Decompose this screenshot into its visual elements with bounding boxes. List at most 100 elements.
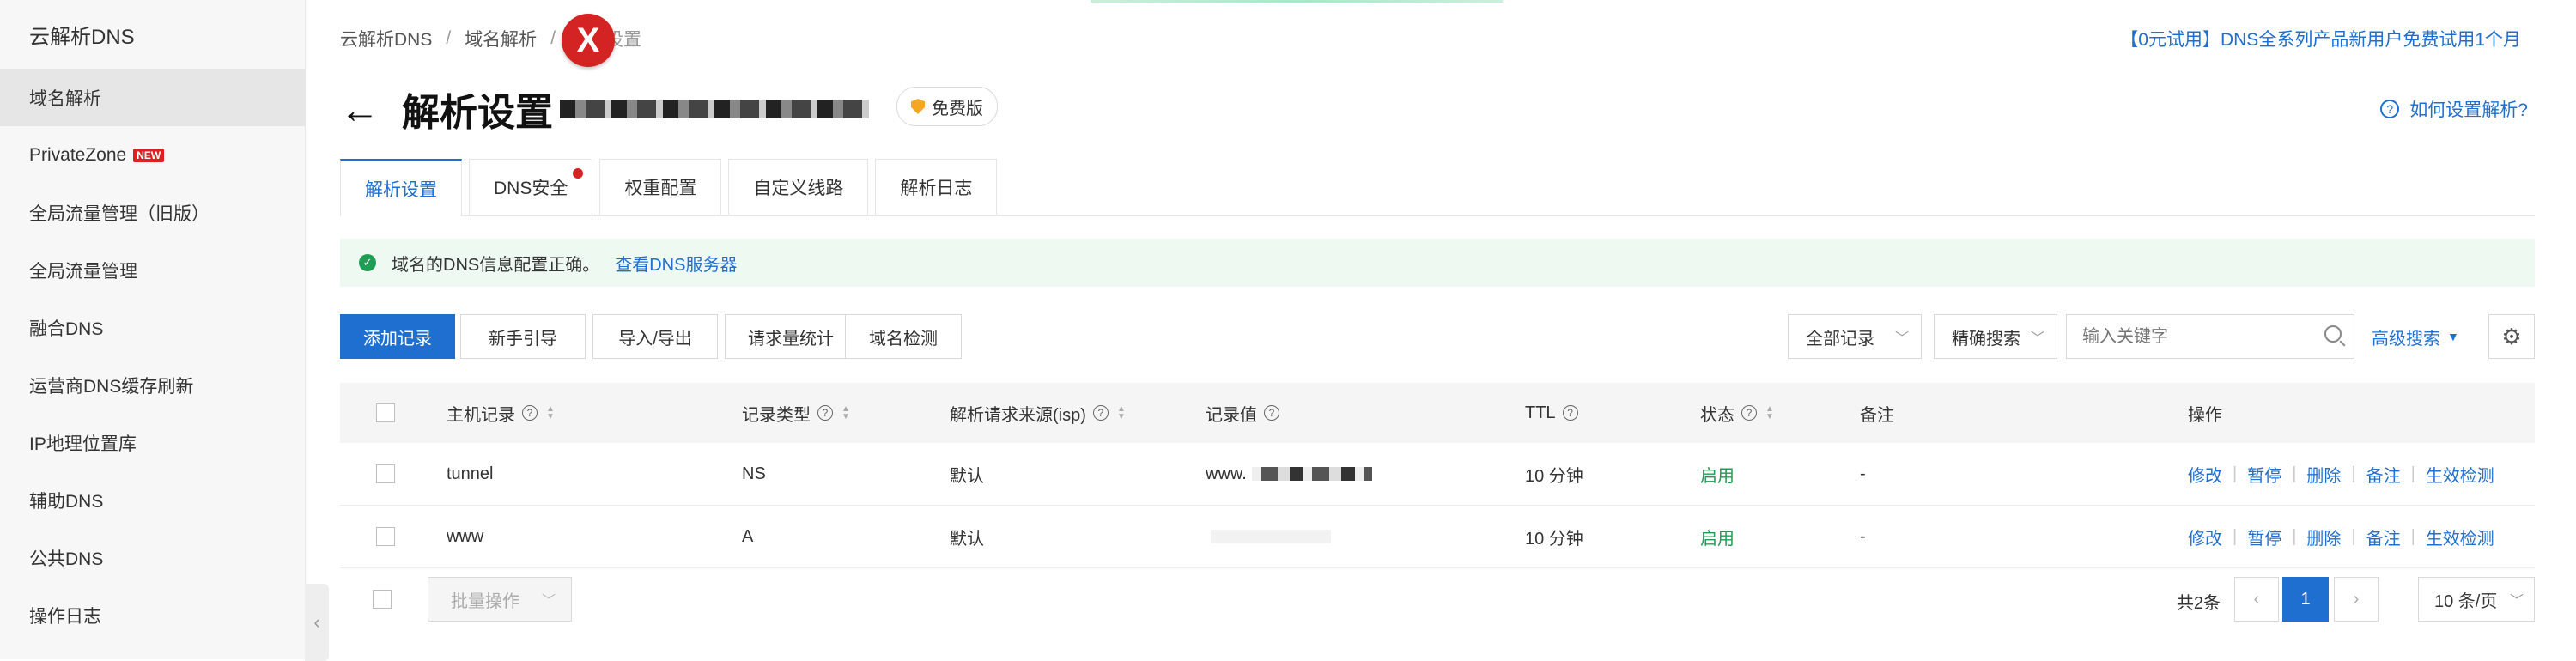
search-input[interactable] xyxy=(2067,315,2307,358)
notification-dot xyxy=(573,168,584,179)
record-filter-select[interactable]: 全部记录 ﹀ xyxy=(1788,314,1922,359)
sort-icon[interactable]: ▲ ▼ xyxy=(841,405,850,421)
delete-link[interactable]: 删除 xyxy=(2306,462,2341,487)
batch-label: 批量操作 xyxy=(451,591,519,611)
sort-icon[interactable]: ▲ ▼ xyxy=(1765,405,1774,421)
table-row: www A 默认 10 分钟 启用 - 修改 | 暂停 | 删除 | 备注 | 生效检测 xyxy=(340,506,2535,568)
remark-cell: - xyxy=(1860,526,1866,546)
sort-icon[interactable]: ▲ ▼ xyxy=(1117,405,1126,421)
tab-weight-config[interactable]: 权重配置 xyxy=(599,159,722,215)
add-record-button[interactable]: 添加记录 xyxy=(340,314,455,359)
sidebar-item-privatezone[interactable]: PrivateZone NEW xyxy=(0,126,305,184)
sidebar-item-secondary-dns[interactable]: 辅助DNS xyxy=(0,471,305,529)
request-stats-button[interactable]: 请求量统计 xyxy=(725,314,857,359)
domain-check-button[interactable]: 域名检测 xyxy=(845,314,962,359)
tab-resolution-settings[interactable]: 解析设置 xyxy=(340,159,462,216)
select-value: 精确搜索 xyxy=(1952,329,2020,349)
advanced-search-link[interactable]: 高级搜索 ▼ xyxy=(2372,314,2459,359)
import-export-button[interactable]: 导入/导出 xyxy=(592,314,718,359)
column-remark: 备注 xyxy=(1860,383,1894,443)
page-button-current[interactable]: 1 xyxy=(2282,577,2329,622)
column-value: 记录值? xyxy=(1206,383,1279,443)
question-icon[interactable]: ? xyxy=(817,405,833,421)
column-label: 主机记录 xyxy=(447,405,515,425)
sidebar-item-ip-geo[interactable]: IP地理位置库 xyxy=(0,414,305,471)
row-checkbox[interactable] xyxy=(376,464,395,483)
select-all-checkbox[interactable] xyxy=(376,403,395,422)
sidebar-item-label: 辅助DNS xyxy=(29,491,104,512)
divider: | xyxy=(2410,526,2415,546)
effective-check-link[interactable]: 生效检测 xyxy=(2426,462,2494,487)
edit-link[interactable]: 修改 xyxy=(2188,462,2222,487)
page-size-value: 10 条/页 xyxy=(2434,591,2498,611)
question-icon[interactable]: ? xyxy=(1562,405,1578,421)
sidebar-item-gtm-legacy[interactable]: 全局流量管理（旧版） xyxy=(0,184,305,241)
gear-icon[interactable]: ⚙ xyxy=(2488,314,2535,359)
tab-resolution-log[interactable]: 解析日志 xyxy=(875,159,998,215)
help-link[interactable]: ? 如何设置解析? xyxy=(2380,96,2528,122)
divider: | xyxy=(2233,464,2238,483)
help-link-label: 如何设置解析? xyxy=(2409,100,2528,120)
row-select-cell xyxy=(376,506,395,567)
host-cell: www xyxy=(447,526,484,546)
sidebar-item-label: 全局流量管理 xyxy=(29,261,137,282)
column-host[interactable]: 主机记录? ▲ ▼ xyxy=(447,383,555,443)
view-dns-servers-link[interactable]: 查看DNS服务器 xyxy=(615,251,737,276)
edit-link[interactable]: 修改 xyxy=(2188,525,2222,549)
sidebar-collapse-handle[interactable]: ‹ xyxy=(305,584,329,661)
tab-dns-security[interactable]: DNS安全 xyxy=(469,159,593,215)
column-ops: 操作 xyxy=(2188,383,2222,443)
dns-status-alert: ✓ 域名的DNS信息配置正确。 查看DNS服务器 xyxy=(340,239,2535,287)
pause-link[interactable]: 暂停 xyxy=(2247,462,2281,487)
column-isp[interactable]: 解析请求来源(isp)? ▲ ▼ xyxy=(950,383,1126,443)
toolbar: 添加记录 新手引导 导入/导出 请求量统计 域名检测 全部记录 ﹀ 精确搜索 ﹀ 高… xyxy=(340,314,2535,361)
sort-icon[interactable]: ▲ ▼ xyxy=(546,405,555,421)
type-cell: NS xyxy=(742,464,766,483)
sidebar-title: 云解析DNS xyxy=(29,25,135,49)
row-checkbox[interactable] xyxy=(376,527,395,546)
page-size-select[interactable]: 10 条/页 ﹀ xyxy=(2418,577,2535,622)
question-icon[interactable]: ? xyxy=(1092,405,1109,421)
question-icon[interactable]: ? xyxy=(1741,405,1757,421)
prev-page-button[interactable]: ‹ xyxy=(2234,577,2279,622)
value-text: www. xyxy=(1206,464,1247,483)
divider: | xyxy=(2351,526,2356,546)
breadcrumb-item-domain[interactable]: 域名解析 xyxy=(465,26,537,52)
column-label: 操作 xyxy=(2188,405,2222,425)
next-page-button[interactable]: › xyxy=(2334,577,2379,622)
column-status[interactable]: 状态? ▲ ▼ xyxy=(1700,383,1774,443)
tab-custom-lines[interactable]: 自定义线路 xyxy=(728,159,869,215)
sidebar-item-gtm[interactable]: 全局流量管理 xyxy=(0,241,305,299)
remark-link[interactable]: 备注 xyxy=(2366,525,2401,549)
column-label: TTL xyxy=(1525,403,1556,422)
search-icon[interactable] xyxy=(2324,325,2342,343)
back-arrow-icon[interactable]: ← xyxy=(340,89,380,129)
effective-check-link[interactable]: 生效检测 xyxy=(2426,525,2494,549)
sidebar-item-public-dns[interactable]: 公共DNS xyxy=(0,529,305,586)
free-edition-badge[interactable]: 免费版 xyxy=(896,87,998,126)
question-icon[interactable]: ? xyxy=(522,405,538,421)
chevron-down-icon: ﹀ xyxy=(2030,331,2044,346)
delete-link[interactable]: 删除 xyxy=(2306,525,2341,549)
column-type[interactable]: 记录类型? ▲ ▼ xyxy=(742,383,850,443)
beginner-guide-button[interactable]: 新手引导 xyxy=(460,314,586,359)
batch-operation-select[interactable]: 批量操作 ﹀ xyxy=(428,577,572,622)
question-icon[interactable]: ? xyxy=(1264,405,1279,421)
table-header: 主机记录? ▲ ▼ 记录类型? ▲ ▼ 解析请求来源(isp)? ▲ ▼ 记录值? TTL?… xyxy=(340,383,2535,443)
remark-link[interactable]: 备注 xyxy=(2366,462,2401,487)
close-icon[interactable]: X xyxy=(562,14,615,67)
breadcrumb-item-dns[interactable]: 云解析DNS xyxy=(340,26,432,52)
sidebar-item-isp-cache-refresh[interactable]: 运营商DNS缓存刷新 xyxy=(0,356,305,414)
footer-select-all-checkbox[interactable] xyxy=(373,590,392,609)
pause-link[interactable]: 暂停 xyxy=(2247,525,2281,549)
sidebar-item-domain-resolution[interactable]: 域名解析 xyxy=(0,69,305,126)
match-mode-select[interactable]: 精确搜索 ﹀ xyxy=(1934,314,2057,359)
type-cell: A xyxy=(742,526,754,546)
column-label: 备注 xyxy=(1860,405,1894,425)
sidebar-item-operation-log[interactable]: 操作日志 xyxy=(0,586,305,644)
chevron-left-icon: ‹ xyxy=(2253,589,2260,609)
promo-link[interactable]: 【0元试用】DNS全系列产品新用户免费试用1个月 xyxy=(2120,26,2521,52)
column-label: 记录类型 xyxy=(742,405,811,425)
sidebar-item-fusion-dns[interactable]: 融合DNS xyxy=(0,299,305,356)
column-label: 状态 xyxy=(1700,405,1735,425)
